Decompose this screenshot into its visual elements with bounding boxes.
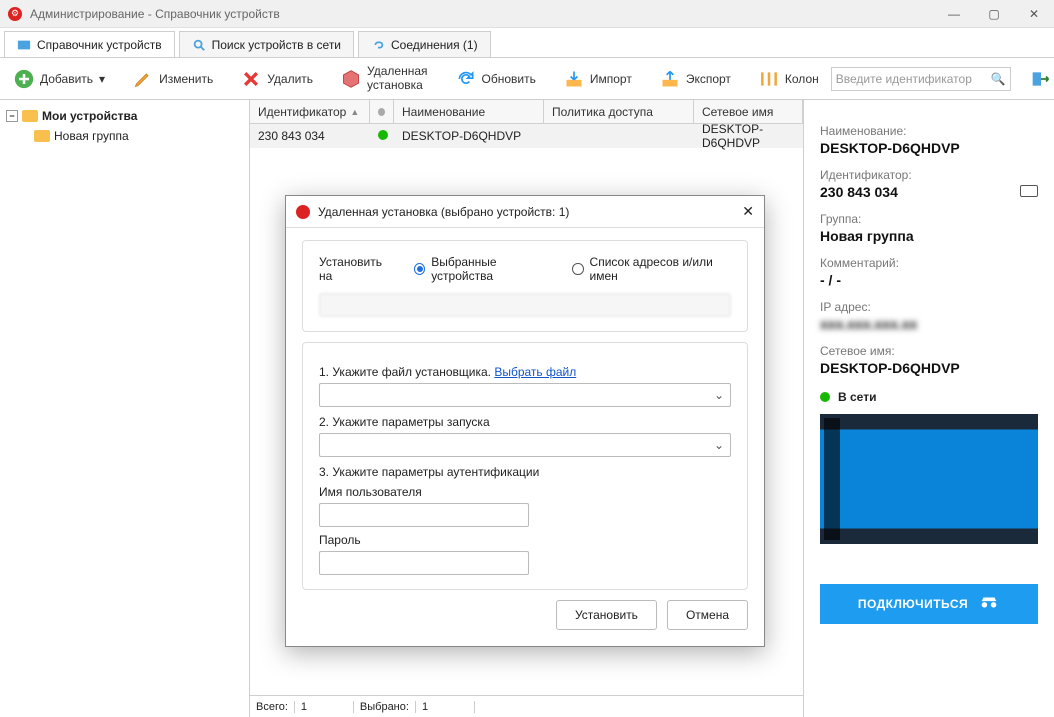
installer-dropdown[interactable]: ⌄: [319, 383, 731, 407]
search-input[interactable]: Введите идентификатор 🔍: [831, 67, 1011, 91]
install-on-label: Установить на: [319, 255, 392, 283]
main-tabs: Справочник устройств Поиск устройств в с…: [0, 28, 1054, 58]
chevron-down-icon: ⌄: [714, 388, 724, 402]
col-netname[interactable]: Сетевое имя: [694, 100, 803, 123]
plus-icon: [14, 69, 34, 89]
detail-netname: DESKTOP-D6QHDVP: [820, 360, 1038, 376]
col-id[interactable]: Идентификатор▲: [250, 100, 370, 123]
search-icon: 🔍: [991, 72, 1006, 86]
refresh-icon: [456, 69, 476, 89]
install-button[interactable]: Установить: [556, 600, 657, 630]
status-icon: [378, 108, 385, 116]
password-label: Пароль: [319, 533, 731, 547]
folder-icon: [22, 110, 38, 122]
import-button[interactable]: Импорт: [556, 65, 640, 93]
dialog-title: Удаленная установка (выбрано устройств: …: [318, 205, 569, 219]
step3-label: 3. Укажите параметры аутентификации: [319, 465, 731, 479]
tab-label: Соединения (1): [391, 38, 478, 52]
columns-button[interactable]: Колон: [751, 65, 827, 93]
dialog-icon: [296, 205, 310, 219]
cancel-button[interactable]: Отмена: [667, 600, 748, 630]
window-close[interactable]: ✕: [1014, 0, 1054, 28]
refresh-button[interactable]: Обновить: [448, 65, 544, 93]
window-maximize[interactable]: ▢: [974, 0, 1014, 28]
radio-selected-devices[interactable]: Выбранные устройства: [414, 255, 550, 283]
tab-search[interactable]: Поиск устройств в сети: [179, 31, 354, 57]
export-button[interactable]: Экспорт: [652, 65, 739, 93]
package-icon: [341, 69, 361, 89]
detail-group: Новая группа: [820, 228, 1038, 244]
choose-file-link[interactable]: Выбрать файл: [494, 365, 576, 379]
step1-label: 1. Укажите файл установщика. Выбрать фай…: [319, 365, 731, 379]
sort-asc-icon: ▲: [350, 107, 359, 117]
search-icon: [192, 38, 206, 52]
x-icon: [241, 69, 261, 89]
close-button[interactable]: Закрыть: [1023, 65, 1054, 93]
connect-button[interactable]: подключиться: [820, 584, 1038, 624]
pencil-icon: [133, 69, 153, 89]
radio-address-list[interactable]: Список адресов и/или имен: [572, 255, 731, 283]
status-bar: Всего: 1 Выбрано: 1: [250, 695, 803, 717]
tree-root[interactable]: − Мои устройства: [6, 106, 243, 126]
detail-id: 230 843 034: [820, 184, 898, 200]
directory-icon: [17, 38, 31, 52]
tab-connections[interactable]: Соединения (1): [358, 31, 491, 57]
radio-unchecked-icon: [572, 263, 583, 275]
app-icon: ⚙: [8, 7, 22, 21]
tab-directory[interactable]: Справочник устройств: [4, 31, 175, 57]
status-online-icon: [820, 392, 830, 402]
dialog-titlebar: Удаленная установка (выбрано устройств: …: [286, 196, 764, 228]
details-panel: Наименование: DESKTOP-D6QHDVP Идентифика…: [804, 100, 1054, 717]
radio-checked-icon: [414, 263, 425, 275]
export-icon: [660, 69, 680, 89]
anonymous-icon: [978, 592, 1000, 617]
keyboard-icon[interactable]: [1020, 185, 1038, 197]
address-list-field-disabled: [319, 293, 731, 317]
toolbar: Добавить ▾ Изменить Удалить Удаленная ус…: [0, 58, 1054, 100]
table-row[interactable]: 230 843 034 DESKTOP-D6QHDVP DESKTOP-D6QH…: [250, 124, 803, 148]
username-field[interactable]: [319, 503, 529, 527]
window-minimize[interactable]: —: [934, 0, 974, 28]
detail-comment: - / -: [820, 272, 1038, 288]
tab-label: Справочник устройств: [37, 38, 162, 52]
username-label: Имя пользователя: [319, 485, 731, 499]
col-policy[interactable]: Политика доступа: [544, 100, 694, 123]
folder-icon: [34, 130, 50, 142]
col-name[interactable]: Наименование: [394, 100, 544, 123]
screen-thumbnail[interactable]: [820, 414, 1038, 544]
status-online-icon: [378, 130, 388, 140]
grid-header: Идентификатор▲ Наименование Политика дос…: [250, 100, 803, 124]
remote-install-button[interactable]: Удаленная установка: [333, 61, 435, 95]
delete-button[interactable]: Удалить: [233, 65, 321, 93]
tree-group[interactable]: Новая группа: [6, 126, 243, 146]
search-placeholder: Введите идентификатор: [836, 72, 991, 86]
window-title: Администрирование - Справочник устройств: [30, 7, 280, 21]
link-icon: [371, 38, 385, 52]
chevron-down-icon: ⌄: [714, 438, 724, 452]
dialog-close-button[interactable]: ✕: [742, 203, 754, 220]
titlebar: ⚙ Администрирование - Справочник устройс…: [0, 0, 1054, 28]
detail-ip: xxx.xxx.xxx.xx: [820, 316, 1038, 332]
exit-icon: [1031, 69, 1051, 89]
online-status: В сети: [820, 390, 1038, 404]
detail-name: DESKTOP-D6QHDVP: [820, 140, 1038, 156]
add-button[interactable]: Добавить ▾: [6, 65, 113, 93]
step2-label: 2. Укажите параметры запуска: [319, 415, 731, 429]
device-tree: − Мои устройства Новая группа: [0, 100, 250, 717]
edit-button[interactable]: Изменить: [125, 65, 221, 93]
dropdown-icon: ▾: [99, 72, 105, 86]
import-icon: [564, 69, 584, 89]
password-field[interactable]: [319, 551, 529, 575]
columns-icon: [759, 69, 779, 89]
tab-label: Поиск устройств в сети: [212, 38, 341, 52]
col-status[interactable]: [370, 100, 394, 123]
collapse-icon[interactable]: −: [6, 110, 18, 122]
remote-install-dialog: Удаленная установка (выбрано устройств: …: [285, 195, 765, 647]
params-dropdown[interactable]: ⌄: [319, 433, 731, 457]
